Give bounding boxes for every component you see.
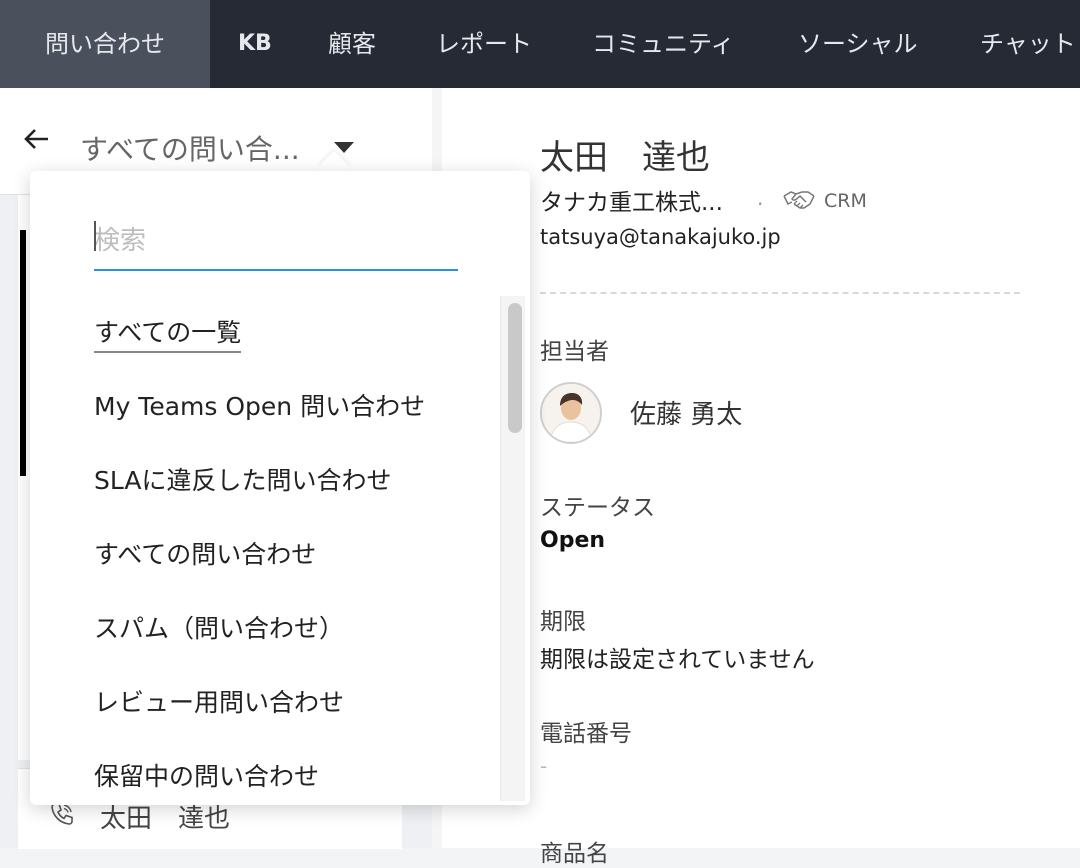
phone-value[interactable]: -	[540, 754, 547, 778]
chevron-down-icon[interactable]	[334, 142, 354, 153]
tab-community[interactable]: コミュニティ	[592, 0, 735, 88]
view-option-sla-violated[interactable]: SLAに違反した問い合わせ	[94, 461, 391, 497]
section-divider	[540, 292, 1020, 294]
tab-reports[interactable]: レポート	[436, 0, 532, 88]
view-option-review[interactable]: レビュー用問い合わせ	[94, 683, 344, 719]
view-option-all-list[interactable]: すべての一覧	[94, 313, 242, 353]
status-label: ステータス	[540, 495, 655, 521]
tab-chat[interactable]: チャット	[980, 0, 1076, 88]
search-input[interactable]	[94, 213, 458, 271]
crm-link[interactable]: CRM	[824, 190, 867, 212]
assignee-name[interactable]: 佐藤 勇太	[630, 394, 742, 431]
handshake-icon	[783, 191, 815, 209]
product-name-label: 商品名	[540, 841, 609, 867]
back-arrow-icon[interactable]	[22, 124, 52, 154]
view-dropdown: すべての一覧 My Teams Open 問い合わせ SLAに違反した問い合わせ…	[30, 171, 530, 805]
avatar[interactable]	[540, 382, 602, 444]
view-option-all-tickets[interactable]: すべての問い合わせ	[94, 535, 316, 571]
tab-customers[interactable]: 顧客	[328, 0, 376, 88]
contact-email[interactable]: tatsuya@tanakajuko.jp	[540, 225, 781, 249]
text-cursor	[94, 221, 96, 251]
tab-tickets[interactable]: 問い合わせ	[0, 0, 210, 88]
view-option-spam[interactable]: スパム（問い合わせ）	[94, 609, 344, 645]
assignee-label: 担当者	[540, 339, 609, 365]
status-value[interactable]: Open	[540, 528, 605, 553]
agent-photo-icon	[542, 384, 600, 442]
tab-kb[interactable]: KB	[238, 0, 272, 88]
company-name[interactable]: タナカ重工株式...	[540, 183, 723, 217]
view-selector-label[interactable]: すべての問い合...	[80, 128, 300, 168]
separator-dot: .	[757, 186, 764, 210]
phone-label: 電話番号	[540, 721, 632, 747]
contact-name[interactable]: 太田 達也	[540, 130, 710, 179]
due-date-value[interactable]: 期限は設定されていません	[540, 640, 815, 674]
view-option-on-hold[interactable]: 保留中の問い合わせ	[94, 757, 319, 793]
selected-ticket-marker	[20, 230, 26, 476]
top-navigation: 問い合わせ KB 顧客 レポート コミュニティ ソーシャル チャット	[0, 0, 1080, 88]
tab-social[interactable]: ソーシャル	[798, 0, 918, 88]
due-date-label: 期限	[540, 609, 586, 635]
view-option-my-teams-open[interactable]: My Teams Open 問い合わせ	[94, 387, 425, 423]
dropdown-scrollbar-thumb[interactable]	[508, 303, 522, 433]
